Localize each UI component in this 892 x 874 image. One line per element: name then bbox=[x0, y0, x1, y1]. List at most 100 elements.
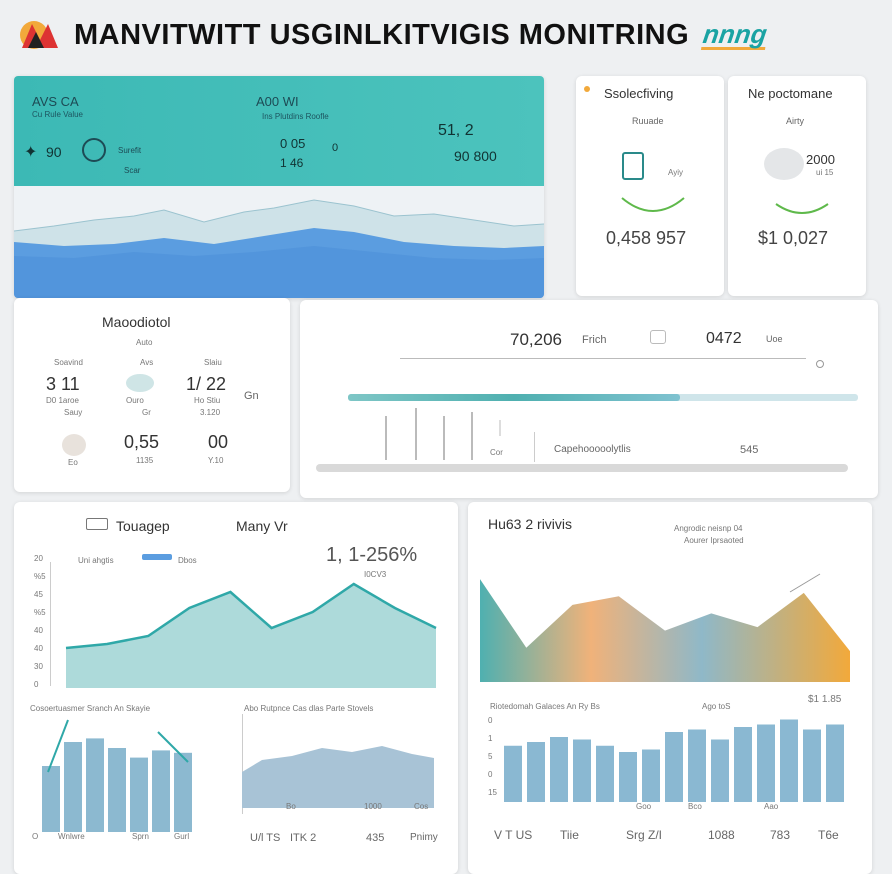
bar bbox=[826, 724, 844, 802]
bar bbox=[174, 752, 192, 832]
bar bbox=[42, 766, 60, 832]
hero-right-value-b: 90 800 bbox=[454, 148, 497, 164]
annotation-line bbox=[789, 573, 821, 593]
subscription-icon-label: Ayiy bbox=[668, 168, 683, 177]
sub-right-x-2: Cos bbox=[414, 802, 429, 811]
sub-left-x-2: Sprn bbox=[132, 832, 149, 841]
measurement-card[interactable]: Maoodiotol Auto Soavind Avs Slaiu 3 11 D… bbox=[14, 298, 290, 492]
stat-1-sub2: Sauy bbox=[64, 408, 83, 417]
bar bbox=[803, 729, 821, 802]
progress-card[interactable]: 70,206 Frich 0472 Uoe Cor Capehooooolytl… bbox=[300, 300, 878, 498]
scrollbar[interactable] bbox=[316, 464, 848, 472]
hero-mid-value-a: 0 05 bbox=[280, 136, 306, 151]
bar bbox=[619, 752, 637, 802]
usage-footer-1: ITK 2 bbox=[290, 832, 317, 844]
progress-value-a: 70,206 bbox=[510, 330, 562, 349]
bar bbox=[527, 742, 545, 802]
usage-subtitle: Many Vr bbox=[236, 518, 288, 534]
y-tick-label: 0 bbox=[34, 680, 39, 689]
y-tick-label: 30 bbox=[34, 662, 43, 671]
sub-left-bar-chart bbox=[42, 719, 192, 832]
hero-right-value-a: 51, 2 bbox=[438, 122, 474, 139]
bar bbox=[504, 745, 522, 802]
stat-2-sub2: Gr bbox=[142, 408, 151, 417]
sub-right-x-0: Bo bbox=[286, 802, 296, 811]
measurement-title: Maoodiotol bbox=[102, 314, 171, 330]
header-badge: nnng bbox=[701, 18, 770, 50]
hero-mid-title: A00 WI bbox=[256, 94, 299, 109]
bottom-2-value: 0,55 bbox=[124, 432, 160, 452]
y-axis bbox=[50, 562, 51, 686]
progress-value-b-unit: Uoe bbox=[766, 334, 783, 344]
bars-x-0: Goo bbox=[636, 802, 652, 811]
divider bbox=[400, 358, 806, 359]
smile-trend-icon-2 bbox=[775, 203, 829, 214]
bars-x-1: Bco bbox=[688, 802, 702, 811]
stat-2-sub1: Ouro bbox=[126, 396, 144, 405]
sub-left-x-3: Gurl bbox=[174, 832, 190, 841]
bar bbox=[642, 749, 660, 802]
usage-footer-2: 435 bbox=[366, 832, 385, 844]
col-label-2: Avs bbox=[140, 358, 154, 367]
gauge-icon bbox=[126, 374, 154, 392]
sub-left-x-1: Wnlwre bbox=[58, 832, 85, 841]
smile-icon bbox=[82, 138, 106, 162]
app-header: MANVITWITT USGINLKITVIGIS MONITRING nnng bbox=[0, 0, 892, 70]
y-tick-label: 20 bbox=[34, 554, 43, 563]
bottom-3-value: 00 bbox=[208, 432, 229, 452]
stat-1-value: 3 11 bbox=[46, 374, 80, 394]
bar bbox=[64, 742, 82, 832]
usage-footer-3: Pnimy bbox=[410, 832, 438, 843]
history-footer-3: 1088 bbox=[708, 828, 735, 842]
usage-footer-0: U/l TS bbox=[250, 832, 281, 844]
y-tick-label: 5 bbox=[488, 752, 493, 761]
stat-1-sub1: D0 1aroe bbox=[46, 396, 79, 405]
performance-top-sub: ui 15 bbox=[816, 168, 834, 177]
stat-3-sub2: 3.120 bbox=[200, 408, 221, 417]
info-icon[interactable] bbox=[816, 360, 824, 368]
progress-value-b: 0472 bbox=[706, 330, 742, 347]
bar bbox=[86, 738, 104, 832]
y-tick-label: 40 bbox=[34, 626, 43, 635]
progress-track bbox=[348, 394, 858, 401]
bar bbox=[152, 750, 170, 832]
hero-left-metric: 90 bbox=[46, 144, 62, 160]
subscription-card[interactable]: Ssolecfiving Ruuade Ayiy 0,458 957 bbox=[576, 76, 724, 296]
progress-value-a-unit: Frich bbox=[582, 334, 607, 346]
bar bbox=[780, 719, 798, 802]
hero-mid-sub: Ins Plutdins Roofle bbox=[262, 112, 329, 121]
performance-title: Ne poctomane bbox=[748, 86, 833, 101]
copy-icon[interactable] bbox=[650, 330, 666, 344]
performance-top-value: 2000 bbox=[806, 152, 835, 167]
stat-3-sub1: Ho Stiu bbox=[194, 396, 221, 405]
subscription-title: Ssolecfiving bbox=[604, 86, 674, 101]
hero-panel[interactable]: AVS CA Cu Rule Value ✦ 90 Surefit Scar A… bbox=[14, 76, 544, 298]
usage-card[interactable]: Touagep Many Vr 1, 1-256% I0CV3 Uni ahgt… bbox=[14, 502, 458, 874]
bar bbox=[108, 748, 126, 832]
progress-footer-a: Cor bbox=[490, 448, 503, 457]
sub-right-title: Abo Rutpnce Cas dlas Parte Stovels bbox=[244, 704, 374, 713]
performance-card[interactable]: Ne poctomane Airty 2000 ui 15 $1 0,027 bbox=[728, 76, 866, 296]
performance-value: $1 0,027 bbox=[758, 228, 829, 248]
status-dot-icon bbox=[584, 86, 590, 92]
history-note-b: Aourer Iprsaoted bbox=[684, 536, 744, 545]
hero-area-chart bbox=[14, 186, 544, 298]
sub-right-x-1: 1000 bbox=[364, 802, 382, 811]
progress-fill bbox=[348, 394, 680, 401]
y-tick-label: 0 bbox=[488, 716, 493, 725]
stat-3-value: 1/ 22 bbox=[186, 374, 227, 394]
bar bbox=[573, 739, 591, 802]
stat-unit: Gn bbox=[244, 390, 259, 402]
history-footer-1: Tiie bbox=[560, 828, 579, 842]
y-tick-label: 15 bbox=[488, 788, 497, 797]
history-footer-0: V T US bbox=[494, 828, 533, 842]
history-card[interactable]: Hu63 2 rivivis Angrodic neisnp 04 Aourer… bbox=[468, 502, 872, 874]
history-footer-2: Srg Z/I bbox=[626, 828, 663, 842]
bar bbox=[665, 732, 683, 802]
sub-right-area-chart bbox=[242, 746, 434, 808]
bar bbox=[550, 737, 568, 802]
measurement-subtitle: Auto bbox=[136, 338, 153, 347]
subscription-value: 0,458 957 bbox=[606, 228, 687, 248]
y-tick-label: 0 bbox=[488, 770, 493, 779]
history-footer-4: 783 bbox=[770, 828, 791, 842]
